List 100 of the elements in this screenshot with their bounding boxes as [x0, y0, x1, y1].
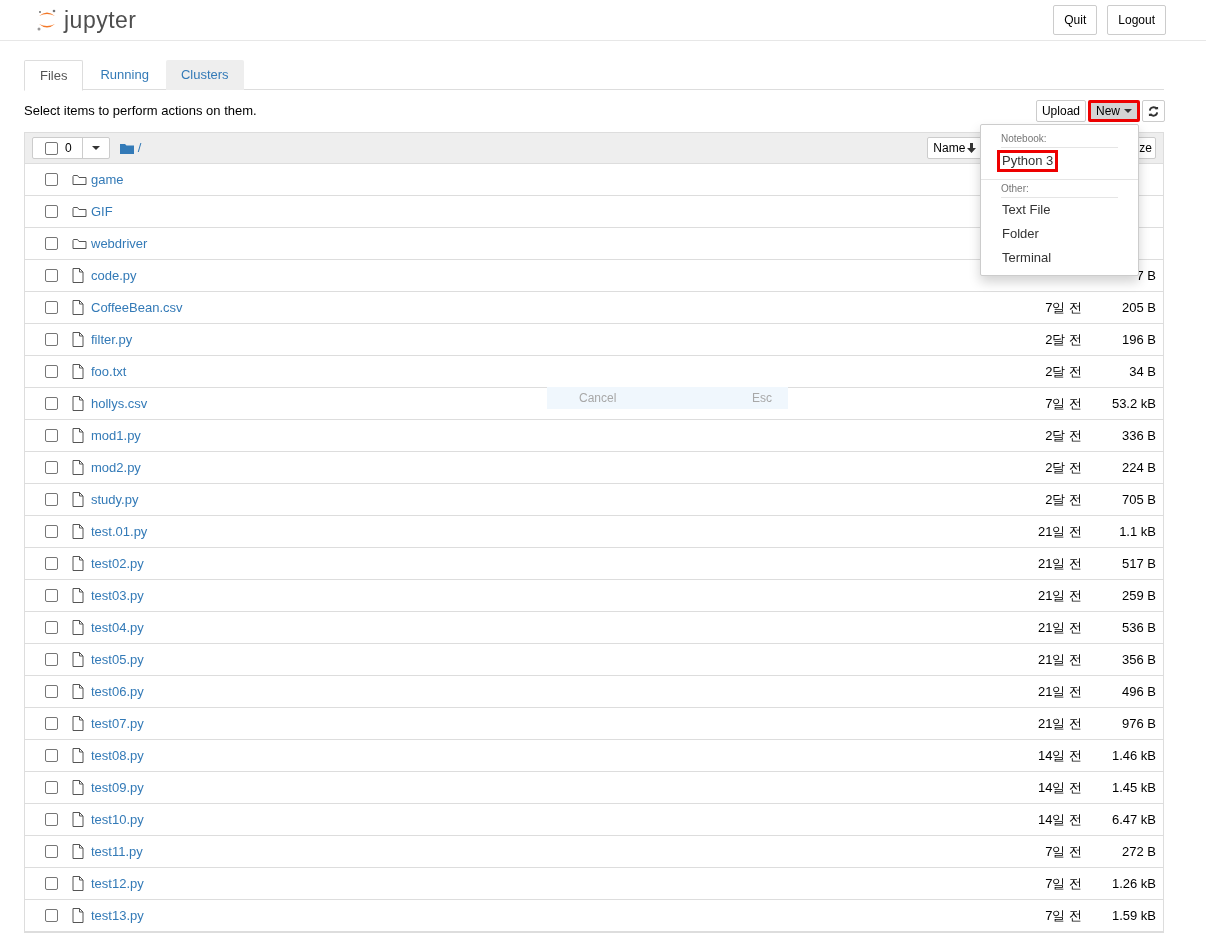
file-icon — [72, 908, 84, 923]
file-name-link[interactable]: test06.py — [91, 681, 144, 702]
modified-time: 21일 전 — [1037, 682, 1082, 701]
file-name-link[interactable]: test09.py — [91, 777, 144, 798]
menu-item[interactable]: Text File — [997, 199, 1056, 221]
file-size: 1.45 kB — [1111, 778, 1156, 797]
checkbox[interactable] — [45, 429, 58, 442]
checkbox[interactable] — [45, 269, 58, 282]
breadcrumb-path[interactable]: / — [137, 138, 142, 158]
file-icon — [72, 556, 84, 571]
file-icon — [72, 268, 84, 283]
file-icon — [72, 684, 84, 699]
tab[interactable]: Running — [85, 60, 164, 90]
modified-time: 21일 전 — [1037, 650, 1082, 669]
file-name-link[interactable]: filter.py — [91, 329, 133, 350]
checkbox[interactable] — [45, 717, 58, 730]
file-name-link[interactable]: game — [91, 169, 124, 190]
file-name-link[interactable]: test10.py — [91, 809, 144, 830]
file-icon — [72, 300, 84, 315]
file-name-link[interactable]: CoffeeBean.csv — [91, 297, 183, 318]
modified-time: 7일 전 — [1045, 842, 1082, 861]
modified-time: 14일 전 — [1037, 778, 1082, 797]
checkbox[interactable] — [45, 493, 58, 506]
modified-time: 2달 전 — [1045, 330, 1082, 349]
file-size: 272 B — [1122, 842, 1156, 861]
checkbox[interactable] — [45, 397, 58, 410]
checkbox[interactable] — [45, 621, 58, 634]
checkbox[interactable] — [45, 141, 58, 155]
file-icon — [72, 364, 84, 379]
selected-count: 0 — [65, 140, 72, 157]
menu-item[interactable]: Terminal — [997, 247, 1057, 269]
refresh-icon — [1148, 105, 1159, 117]
checkbox[interactable] — [45, 525, 58, 538]
file-name-link[interactable]: code.py — [91, 265, 137, 286]
file-name-link[interactable]: test02.py — [91, 553, 144, 574]
modified-time: 2달 전 — [1045, 362, 1082, 381]
modified-time: 14일 전 — [1037, 810, 1082, 829]
file-name-link[interactable]: GIF — [91, 201, 113, 222]
header-button[interactable]: Quit — [1053, 5, 1098, 35]
new-button[interactable]: New — [1088, 100, 1140, 122]
file-size: 536 B — [1122, 618, 1156, 637]
checkbox[interactable] — [45, 461, 58, 474]
menu-item[interactable]: Python 3 — [997, 149, 1059, 172]
file-name-link[interactable]: mod1.py — [91, 425, 141, 446]
checkbox[interactable] — [45, 685, 58, 698]
file-name-link[interactable]: test08.py — [91, 745, 144, 766]
file-icon — [72, 876, 84, 891]
tab[interactable]: Clusters — [165, 60, 244, 90]
file-name-link[interactable]: test12.py — [91, 873, 144, 894]
checkbox[interactable] — [45, 845, 58, 858]
menu-item[interactable]: Folder — [997, 223, 1044, 245]
file-name-link[interactable]: hollys.csv — [91, 393, 148, 414]
file-name-link[interactable]: test07.py — [91, 713, 144, 734]
file-name-link[interactable]: webdriver — [91, 233, 148, 254]
ghost-hint-shortcut: Esc — [752, 390, 772, 407]
upload-button[interactable]: Upload — [1035, 100, 1086, 122]
instructions-text: Select items to perform actions on them. — [24, 102, 257, 121]
file-size: 6.47 kB — [1111, 810, 1156, 829]
checkbox[interactable] — [45, 589, 58, 602]
file-name-link[interactable]: test.01.py — [91, 521, 148, 542]
checkbox[interactable] — [45, 333, 58, 346]
file-name-link[interactable]: foo.txt — [91, 361, 127, 382]
file-size: 517 B — [1122, 554, 1156, 573]
checkbox[interactable] — [45, 781, 58, 794]
file-size: 34 B — [1129, 362, 1156, 381]
checkbox[interactable] — [45, 749, 58, 762]
checkbox[interactable] — [45, 909, 58, 922]
modified-time: 7일 전 — [1045, 906, 1082, 925]
file-icon — [72, 652, 84, 667]
file-icon — [72, 716, 84, 731]
sort-button[interactable]: Name — [927, 137, 983, 159]
file-name-link[interactable]: test03.py — [91, 585, 144, 606]
checkbox[interactable] — [45, 877, 58, 890]
file-name-link[interactable]: mod2.py — [91, 457, 141, 478]
file-size: 1.46 kB — [1111, 746, 1156, 765]
file-name-link[interactable]: study.py — [91, 489, 139, 510]
refresh-button[interactable] — [1142, 100, 1165, 122]
file-name-link[interactable]: test04.py — [91, 617, 144, 638]
checkbox[interactable] — [45, 173, 58, 186]
file-size: 53.2 kB — [1111, 394, 1156, 413]
logo-text: jupyter — [64, 8, 137, 32]
header-button[interactable]: Logout — [1107, 5, 1166, 35]
file-size: 224 B — [1122, 458, 1156, 477]
checkbox[interactable] — [45, 205, 58, 218]
file-name-link[interactable]: test11.py — [91, 841, 143, 862]
file-size: 259 B — [1122, 586, 1156, 605]
checkbox[interactable] — [45, 557, 58, 570]
file-icon — [72, 620, 84, 635]
file-name-link[interactable]: test05.py — [91, 649, 144, 670]
checkbox[interactable] — [45, 301, 58, 314]
checkbox[interactable] — [45, 813, 58, 826]
checkbox[interactable] — [45, 237, 58, 250]
checkbox[interactable] — [45, 653, 58, 666]
checkbox[interactable] — [45, 365, 58, 378]
file-icon — [72, 332, 84, 347]
folder-icon — [119, 142, 134, 154]
file-name-link[interactable]: test13.py — [91, 905, 144, 926]
tab[interactable]: Files — [24, 60, 84, 91]
modified-time: 21일 전 — [1037, 714, 1082, 733]
file-size: 205 B — [1122, 298, 1156, 317]
